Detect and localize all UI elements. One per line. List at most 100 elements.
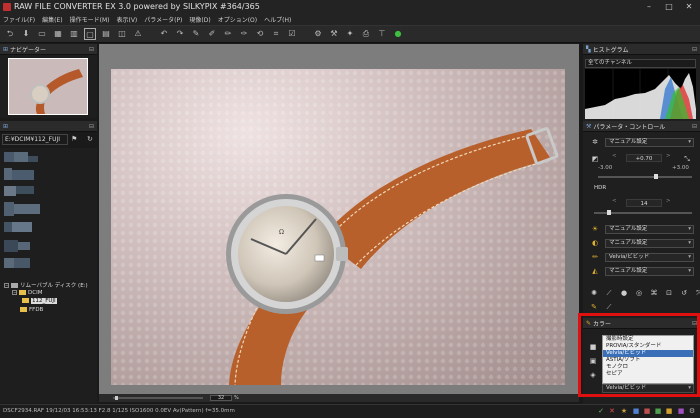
panel-close-icon[interactable]: ⊟ xyxy=(692,46,697,53)
stamp-icon[interactable]: ✦ xyxy=(344,28,356,40)
brush-icon[interactable]: ✐ xyxy=(206,28,218,40)
hammer-icon[interactable]: ⊤ xyxy=(376,28,388,40)
undo-icon[interactable]: ↶ xyxy=(158,28,170,40)
maximize-button[interactable]: □ xyxy=(660,1,678,12)
white-balance-icon[interactable]: ✲ xyxy=(590,137,600,147)
sharpness-icon[interactable]: ◭ xyxy=(590,266,600,276)
menu-parameter[interactable]: パラメータ(P) xyxy=(144,15,182,24)
curve-icon[interactable]: ⟋ xyxy=(604,288,614,298)
menu-view[interactable]: 表示(V) xyxy=(116,15,137,24)
dropper-icon[interactable]: ✏ xyxy=(222,28,234,40)
zoom-slider[interactable] xyxy=(113,397,203,399)
label-red-icon[interactable]: ■ xyxy=(643,407,651,415)
folder-panel-icon: ⊞ xyxy=(3,122,9,130)
checkbox-icon[interactable]: ☑ xyxy=(286,28,298,40)
label-purple-icon[interactable]: ■ xyxy=(677,407,685,415)
hdr-slider-knob[interactable] xyxy=(607,210,612,215)
refresh-icon[interactable]: ↻ xyxy=(87,135,93,143)
print-icon[interactable]: ⎙ xyxy=(360,28,372,40)
folder-icon xyxy=(22,298,29,303)
navigator-thumbnail[interactable] xyxy=(8,58,88,115)
mask-icon[interactable]: ⟋ xyxy=(604,302,614,312)
zoom-slider-knob[interactable] xyxy=(115,396,118,400)
flag-icon[interactable]: ⚑ xyxy=(71,135,77,143)
panel-close-icon[interactable]: ⊟ xyxy=(692,123,697,130)
settings-icon[interactable]: ⚙ xyxy=(688,407,696,415)
sphere-icon[interactable]: ● xyxy=(619,288,629,298)
menu-file[interactable]: ファイル(F) xyxy=(3,15,35,24)
reject-icon[interactable]: ✕ xyxy=(608,407,616,415)
tree-item-removable-disk[interactable]: − リムーバブル ディスク (E:) xyxy=(4,281,88,289)
compare-view-icon[interactable]: ▥ xyxy=(68,28,80,40)
preview-image[interactable]: Ω xyxy=(111,69,565,385)
panel-close-icon[interactable]: ⊟ xyxy=(89,123,94,130)
check-icon[interactable]: ✓ xyxy=(597,407,605,415)
tool-icon-strip: ✺ ⟋ ● ◎ ⌘ ⊡ ↺ ⤧ xyxy=(589,288,700,298)
distort-icon[interactable]: ⤧ xyxy=(694,288,700,298)
tone-icon[interactable]: ☀ xyxy=(590,224,600,234)
split-view-icon[interactable]: ◫ xyxy=(116,28,128,40)
single-view-icon[interactable]: ▭ xyxy=(36,28,48,40)
exposure-reset-icon[interactable]: ⤡ xyxy=(682,154,692,164)
batch-develop-icon[interactable]: ⚒ xyxy=(328,28,340,40)
sharpness-select[interactable]: マニュアル設定 ▾ xyxy=(605,267,694,276)
menu-options[interactable]: オプション(O) xyxy=(218,15,257,24)
menu-mode[interactable]: 操作モード(M) xyxy=(70,15,110,24)
hdr-slider[interactable] xyxy=(594,210,692,215)
warning-icon[interactable]: ⚠ xyxy=(132,28,144,40)
title-bar: RAW FILE CONVERTER EX 3.0 powered by SIL… xyxy=(0,0,700,14)
rotate-tool-icon[interactable]: ↺ xyxy=(679,288,689,298)
contrast-icon[interactable]: ◐ xyxy=(590,238,600,248)
spot-icon[interactable]: ✎ xyxy=(589,302,599,312)
color-brush-icon[interactable]: ✏ xyxy=(590,252,600,262)
open-folder-icon[interactable]: ⮌ xyxy=(4,28,16,40)
histogram-channel-select[interactable]: 全てのチャンネル xyxy=(585,59,696,68)
tree-item-112-fuji[interactable]: 112_FUJI xyxy=(22,298,57,304)
grid-view-icon[interactable]: ▦ xyxy=(52,28,64,40)
full-view-icon[interactable]: ▢ xyxy=(84,28,96,40)
tone-select[interactable]: マニュアル設定 ▾ xyxy=(605,225,694,234)
noise-icon[interactable]: ✺ xyxy=(589,288,599,298)
develop-icon[interactable]: ⚙ xyxy=(312,28,324,40)
rotate-icon[interactable]: ⟲ xyxy=(254,28,266,40)
contrast-select[interactable]: マニュアル設定 ▾ xyxy=(605,239,694,248)
done-icon[interactable]: ● xyxy=(392,28,404,40)
menu-help[interactable]: ヘルプ(H) xyxy=(264,15,291,24)
exposure-slider[interactable] xyxy=(598,174,692,179)
hdr-label: HDR xyxy=(594,185,607,191)
expand-icon[interactable]: − xyxy=(12,290,17,295)
exposure-slider-knob[interactable] xyxy=(653,174,658,179)
trim-icon[interactable]: ⊡ xyxy=(664,288,674,298)
folder-tree: − リムーバブル ディスク (E:) − DCIM 112_FUJI FFDB xyxy=(0,148,97,403)
tree-item-dcim[interactable]: − DCIM xyxy=(12,290,42,296)
histogram-icon: ▚ xyxy=(586,45,591,53)
menu-edit[interactable]: 編集(E) xyxy=(42,15,62,24)
exposure-icon[interactable]: ◩ xyxy=(590,154,600,164)
thumb-view-icon[interactable]: ▤ xyxy=(100,28,112,40)
save-icon[interactable]: ⬇ xyxy=(20,28,32,40)
histogram-graph xyxy=(585,69,696,119)
expand-icon[interactable]: − xyxy=(4,283,9,288)
panel-close-icon[interactable]: ⊟ xyxy=(89,46,94,53)
white-balance-select[interactable]: マニュアル設定 ▾ xyxy=(605,138,694,147)
zoom-field[interactable]: 32 xyxy=(210,395,232,401)
menu-develop[interactable]: 現像(D) xyxy=(189,15,210,24)
lens-icon[interactable]: ◎ xyxy=(634,288,644,298)
label-green-icon[interactable]: ■ xyxy=(654,407,662,415)
minimize-button[interactable]: – xyxy=(640,1,658,12)
star-icon[interactable]: ★ xyxy=(620,407,628,415)
label-blue-icon[interactable]: ■ xyxy=(632,407,640,415)
close-button[interactable]: ✕ xyxy=(680,1,698,12)
crop-icon[interactable]: ⌗ xyxy=(270,28,282,40)
color-mode-select[interactable]: Velvia/ビビッド ▾ xyxy=(605,253,694,262)
pen-icon[interactable]: ✎ xyxy=(190,28,202,40)
paint-icon[interactable]: ✑ xyxy=(238,28,250,40)
redo-icon[interactable]: ↷ xyxy=(174,28,186,40)
exposure-value[interactable]: +0.70 xyxy=(626,154,662,162)
folder-header: ⊞ ⊟ xyxy=(0,121,97,132)
transform-icon[interactable]: ⌘ xyxy=(649,288,659,298)
hdr-value[interactable]: 14 xyxy=(626,199,662,207)
tree-item-ffdb[interactable]: FFDB xyxy=(20,307,43,313)
folder-path-field[interactable]: E:¥DCIM¥112_FUJI xyxy=(2,134,68,145)
label-yellow-icon[interactable]: ■ xyxy=(665,407,673,415)
